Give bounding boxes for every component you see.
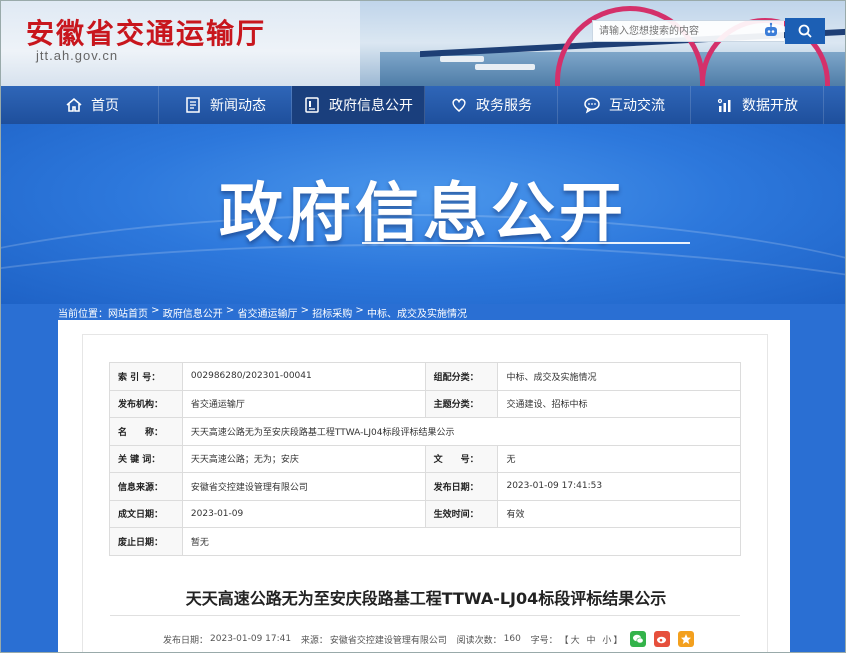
- breadcrumb-prefix: 当前位置：: [58, 309, 108, 320]
- docno-value: 无: [497, 444, 741, 473]
- site-domain: jtt.ah.gov.cn: [36, 48, 119, 63]
- article-panel: 索 引 号： 002986280/202301-00041 组配分类： 中标、成…: [82, 334, 768, 653]
- breadcrumb-separator: >: [222, 305, 238, 316]
- category-label: 组配分类：: [424, 362, 499, 391]
- breadcrumb-link[interactable]: 省交通运输厅: [238, 305, 298, 320]
- nav-item-label: 政务服务: [476, 98, 532, 114]
- heart-icon: [452, 98, 466, 112]
- content-card: 索 引 号： 002986280/202301-00041 组配分类： 中标、成…: [58, 320, 790, 653]
- name-value: 天天高速公路无为至安庆段路基工程TTWA-LJ04标段评标结果公示: [181, 417, 742, 446]
- table-row: 索 引 号： 002986280/202301-00041 组配分类： 中标、成…: [109, 362, 741, 391]
- nav-item-services[interactable]: 政务服务: [425, 86, 558, 124]
- article-title: 天天高速公路无为至安庆段路基工程TTWA-LJ04标段评标结果公示: [185, 589, 667, 608]
- nav-item-label: 首页: [91, 98, 119, 114]
- created-label: 成文日期：: [109, 499, 183, 528]
- fontsize-bracket: 【: [559, 635, 569, 646]
- table-row: 名 称： 天天高速公路无为至安庆段路基工程TTWA-LJ04标段评标结果公示: [109, 417, 742, 446]
- search-input[interactable]: [592, 20, 784, 42]
- share-wechat-button[interactable]: [630, 631, 647, 647]
- topic-value: 交通建设、招标中标: [497, 389, 741, 418]
- publisher-value: 省交通运输厅: [181, 389, 426, 418]
- effective-label: 生效时间：: [424, 499, 499, 528]
- nav-item-interaction[interactable]: 互动交流: [558, 86, 691, 124]
- table-row: 成文日期： 2023-01-09 生效时间： 有效: [109, 499, 741, 528]
- search-button[interactable]: [785, 18, 825, 44]
- font-size-small[interactable]: 小: [602, 633, 611, 646]
- nav-item-open-data[interactable]: 数据开放: [691, 86, 824, 124]
- nav-item-home[interactable]: 首页: [26, 86, 159, 124]
- nav-item-label: 数据开放: [742, 98, 798, 114]
- pubdate-label: 发布日期：: [424, 472, 499, 501]
- source-value: 安徽省交控建设管理有限公司: [181, 472, 426, 501]
- source-value: 安徽省交控建设管理有限公司: [329, 635, 447, 646]
- name-label: 名 称：: [109, 417, 183, 446]
- date-label: 发布日期：: [163, 635, 209, 646]
- expiry-label: 废止日期：: [109, 527, 183, 556]
- nav-item-news[interactable]: 新闻动态: [159, 86, 292, 124]
- search-icon: [798, 24, 812, 38]
- divider: [110, 615, 740, 616]
- breadcrumb-separator: >: [148, 305, 163, 316]
- breadcrumb-link[interactable]: 中标、成交及实施情况: [367, 305, 467, 320]
- fontsize-bracket: 】: [613, 635, 623, 646]
- site-header: 安徽省交通运输厅 jtt.ah.gov.cn: [0, 0, 846, 86]
- page-banner: 政府信息公开: [0, 124, 846, 304]
- banner-title: 政府信息公开: [219, 177, 627, 251]
- font-size-medium[interactable]: 中: [586, 633, 595, 646]
- font-size-large[interactable]: 大: [571, 633, 580, 646]
- home-icon: [66, 97, 82, 112]
- views-value: 160: [503, 634, 521, 644]
- source-label: 来源：: [300, 635, 328, 646]
- breadcrumb: 当前位置： 网站首页 > 政府信息公开 > 省交通运输厅 > 招标采购 > 中标…: [58, 305, 467, 320]
- robot-icon[interactable]: [763, 22, 779, 38]
- pubdate-value: 2023-01-09 17:41:53: [497, 472, 741, 501]
- category-value: 中标、成交及实施情况: [497, 362, 741, 391]
- metadata-table: 索 引 号： 002986280/202301-00041 组配分类： 中标、成…: [109, 362, 742, 556]
- main-nav: 首页 新闻动态 政府信息公开 政务服务 互动交流 数据开放: [0, 86, 846, 124]
- nav-item-label: 互动交流: [609, 98, 665, 114]
- share-qzone-button[interactable]: [678, 631, 695, 647]
- index-label: 索 引 号：: [109, 362, 183, 391]
- banner-underline: [362, 242, 690, 244]
- article-info: 发布日期： 2023-01-09 17:41 来源： 安徽省交控建设管理有限公司…: [163, 631, 695, 647]
- boat: [475, 64, 535, 70]
- breadcrumb-separator: >: [352, 305, 367, 316]
- table-row: 废止日期： 暂无: [109, 527, 742, 556]
- nav-item-label: 政府信息公开: [329, 98, 413, 114]
- fontsize-label: 字号：: [530, 635, 558, 646]
- wechat-icon: [633, 634, 644, 644]
- site-title[interactable]: 安徽省交通运输厅: [26, 12, 266, 52]
- keywords-value: 天天高速公路；无为；安庆: [181, 444, 426, 473]
- breadcrumb-link[interactable]: 网站首页: [108, 305, 148, 320]
- nav-item-label: 新闻动态: [210, 98, 266, 114]
- table-row: 信息来源： 安徽省交控建设管理有限公司 发布日期： 2023-01-09 17:…: [109, 472, 741, 501]
- nav-item-gov-info[interactable]: 政府信息公开: [292, 86, 425, 124]
- boat: [440, 56, 484, 62]
- created-value: 2023-01-09: [181, 499, 426, 528]
- docno-label: 文 号：: [424, 444, 499, 473]
- breadcrumb-link[interactable]: 招标采购: [312, 305, 352, 320]
- topic-label: 主题分类：: [424, 389, 499, 418]
- expiry-value: 暂无: [181, 527, 742, 556]
- share-weibo-button[interactable]: [654, 631, 671, 647]
- chat-icon: [584, 97, 600, 114]
- views-label: 阅读次数：: [456, 635, 502, 646]
- document-icon: [305, 97, 319, 113]
- chart-icon: [717, 98, 731, 112]
- breadcrumb-link[interactable]: 政府信息公开: [163, 305, 223, 320]
- index-value: 002986280/202301-00041: [181, 362, 426, 391]
- star-icon: [681, 634, 692, 644]
- source-label: 信息来源：: [109, 472, 183, 501]
- effective-value: 有效: [497, 499, 741, 528]
- table-row: 发布机构： 省交通运输厅 主题分类： 交通建设、招标中标: [109, 389, 741, 418]
- news-icon: [186, 97, 200, 113]
- breadcrumb-separator: >: [297, 305, 313, 316]
- weibo-icon: [657, 636, 667, 644]
- publisher-label: 发布机构：: [109, 389, 183, 418]
- date-value: 2023-01-09 17:41: [210, 634, 292, 644]
- table-row: 关 键 词： 天天高速公路；无为；安庆 文 号： 无: [109, 444, 741, 473]
- keywords-label: 关 键 词：: [109, 444, 183, 473]
